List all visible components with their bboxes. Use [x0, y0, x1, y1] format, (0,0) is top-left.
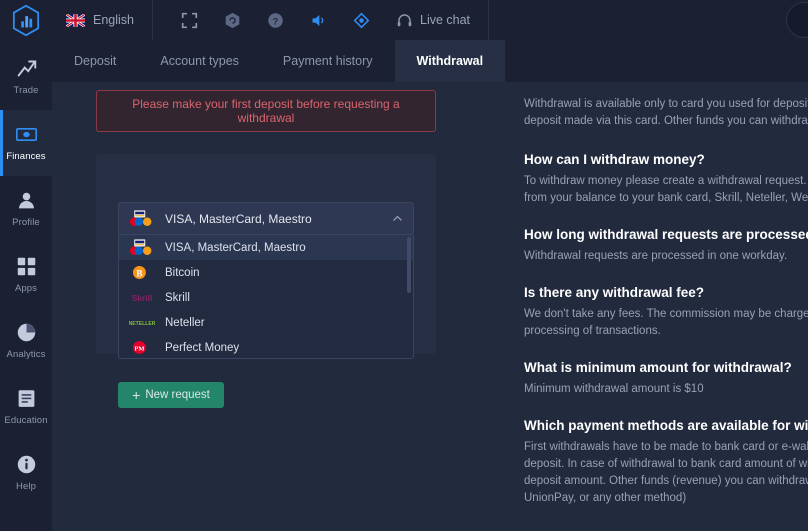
- plus-icon: +: [132, 388, 140, 402]
- payment-method-select[interactable]: VISA, MasterCard, Maestro: [118, 202, 414, 235]
- headset-icon: [396, 12, 413, 29]
- grid-squares-icon: [16, 256, 37, 277]
- faq-answer-5-line-1: First withdrawals have to be made to ban…: [524, 439, 808, 456]
- faq-answer-3-line-2: processing of transactions.: [524, 323, 808, 340]
- topbar-icon-group: ?: [153, 0, 370, 40]
- sidebar-label-apps: Apps: [15, 283, 37, 294]
- svg-text:Skrill: Skrill: [132, 293, 153, 303]
- top-bar: English ?: [0, 0, 808, 40]
- sidebar-item-analytics[interactable]: Analytics: [0, 308, 52, 374]
- hexagon-refresh-icon[interactable]: [224, 12, 241, 29]
- visa-mastercard-icon: [129, 210, 155, 227]
- sidebar-item-finances[interactable]: Finances: [0, 110, 52, 176]
- dropdown-option-bitcoin[interactable]: B Bitcoin: [119, 260, 413, 285]
- language-label: English: [93, 13, 134, 27]
- faq-answer-5-line-4: UnionPay, or any other method): [524, 490, 808, 507]
- live-chat-label: Live chat: [420, 13, 470, 27]
- pie-chart-icon: [16, 322, 37, 343]
- dropdown-label-visa: VISA, MasterCard, Maestro: [165, 242, 306, 254]
- dropdown-label-bitcoin: Bitcoin: [165, 267, 200, 279]
- faq-intro-line-1: Withdrawal is available only to card you…: [524, 96, 808, 113]
- sidebar-label-finances: Finances: [6, 151, 45, 162]
- fullscreen-icon[interactable]: [181, 12, 198, 29]
- info-circle-icon: [16, 454, 37, 475]
- sidebar: Trade Finances Profile Apps: [0, 40, 52, 531]
- faq-answer-3-line-1: We don't take any fees. The commission m…: [524, 306, 808, 323]
- faq-answer-2-line-1: Withdrawal requests are processed in one…: [524, 248, 808, 265]
- sidebar-item-trade[interactable]: Trade: [0, 44, 52, 110]
- faq-question-4: What is minimum amount for withdrawal?: [524, 360, 808, 375]
- person-icon: [16, 190, 37, 211]
- faq-answer-4-line-1: Minimum withdrawal amount is $10: [524, 381, 808, 398]
- svg-text:PM: PM: [134, 346, 144, 353]
- tab-account-types[interactable]: Account types: [138, 40, 261, 82]
- tab-deposit[interactable]: Deposit: [52, 40, 138, 82]
- sidebar-item-profile[interactable]: Profile: [0, 176, 52, 242]
- payment-method-dropdown[interactable]: VISA, MasterCard, Maestro B Bitcoin Skri…: [118, 235, 414, 359]
- uk-flag-icon: [66, 14, 85, 27]
- svg-text:B: B: [136, 268, 142, 278]
- dropdown-option-neteller[interactable]: NETELLER Neteller: [119, 310, 413, 335]
- app-root: English ?: [0, 0, 808, 531]
- faq-intro-line-2: deposit made via this card. Other funds …: [524, 113, 808, 130]
- sidebar-label-help: Help: [16, 481, 36, 492]
- dropdown-label-skrill: Skrill: [165, 292, 190, 304]
- live-chat-button[interactable]: Live chat: [396, 0, 489, 40]
- warning-banner: Please make your first deposit before re…: [96, 90, 436, 132]
- visa-mastercard-icon: [129, 239, 155, 256]
- tab-bar: Deposit Account types Payment history Wi…: [52, 40, 808, 82]
- dropdown-option-visa[interactable]: VISA, MasterCard, Maestro: [119, 235, 413, 260]
- tab-payment-history[interactable]: Payment history: [261, 40, 395, 82]
- withdrawal-panel: + New request VISA, MasterCard, Maestro: [96, 154, 436, 354]
- settings-diamond-icon[interactable]: [353, 12, 370, 29]
- svg-text:?: ?: [273, 16, 279, 26]
- svg-text:NETELLER: NETELLER: [129, 321, 155, 327]
- perfect-money-icon: PM: [129, 339, 155, 356]
- sidebar-label-profile: Profile: [12, 217, 40, 228]
- dropdown-label-perfect-money: Perfect Money: [165, 342, 239, 354]
- dropdown-option-perfect-money[interactable]: PM Perfect Money: [119, 335, 413, 359]
- faq-answer-1-line-1: To withdraw money please create a withdr…: [524, 173, 808, 190]
- new-request-button[interactable]: + New request: [118, 382, 224, 408]
- sidebar-item-help[interactable]: Help: [0, 440, 52, 506]
- skrill-icon: Skrill: [129, 289, 155, 306]
- app-logo[interactable]: [0, 0, 52, 40]
- faq-question-2: How long withdrawal requests are process…: [524, 227, 808, 242]
- dropdown-option-skrill[interactable]: Skrill Skrill: [119, 285, 413, 310]
- faq-question-5: Which payment methods are available for …: [524, 418, 808, 433]
- bitcoin-icon: B: [129, 264, 155, 281]
- faq-question-1: How can I withdraw money?: [524, 152, 808, 167]
- faq-answer-5-line-3: deposit amount. Other funds (revenue) yo…: [524, 473, 808, 490]
- sidebar-label-trade: Trade: [14, 85, 39, 96]
- faq-question-3: Is there any withdrawal fee?: [524, 285, 808, 300]
- dropdown-scrollbar[interactable]: [407, 237, 411, 293]
- hexagon-bars-logo: [11, 4, 41, 37]
- faq-answer-5-line-2: deposit. In case of withdrawal to bank c…: [524, 456, 808, 473]
- sidebar-item-education[interactable]: Education: [0, 374, 52, 440]
- sidebar-label-education: Education: [4, 415, 47, 426]
- sound-speaker-icon[interactable]: [310, 12, 327, 29]
- sidebar-item-apps[interactable]: Apps: [0, 242, 52, 308]
- tab-withdrawal[interactable]: Withdrawal: [395, 40, 506, 82]
- user-avatar[interactable]: [786, 2, 808, 38]
- withdrawal-form-column: Please make your first deposit before re…: [96, 90, 436, 354]
- document-lines-icon: [16, 388, 37, 409]
- chevron-up-icon: [392, 213, 403, 224]
- help-question-icon[interactable]: ?: [267, 12, 284, 29]
- faq-answer-1-line-2: from your balance to your bank card, Skr…: [524, 190, 808, 207]
- main-content: Please make your first deposit before re…: [52, 82, 808, 531]
- banknote-icon: [16, 124, 37, 145]
- dropdown-label-neteller: Neteller: [165, 317, 205, 329]
- language-selector[interactable]: English: [52, 0, 153, 40]
- sidebar-label-analytics: Analytics: [7, 349, 46, 360]
- selected-method-label: VISA, MasterCard, Maestro: [165, 212, 312, 226]
- new-request-label: New request: [145, 389, 210, 401]
- trend-arrow-icon: [16, 58, 37, 79]
- faq-column: Withdrawal is available only to card you…: [472, 82, 808, 531]
- neteller-icon: NETELLER: [129, 314, 155, 331]
